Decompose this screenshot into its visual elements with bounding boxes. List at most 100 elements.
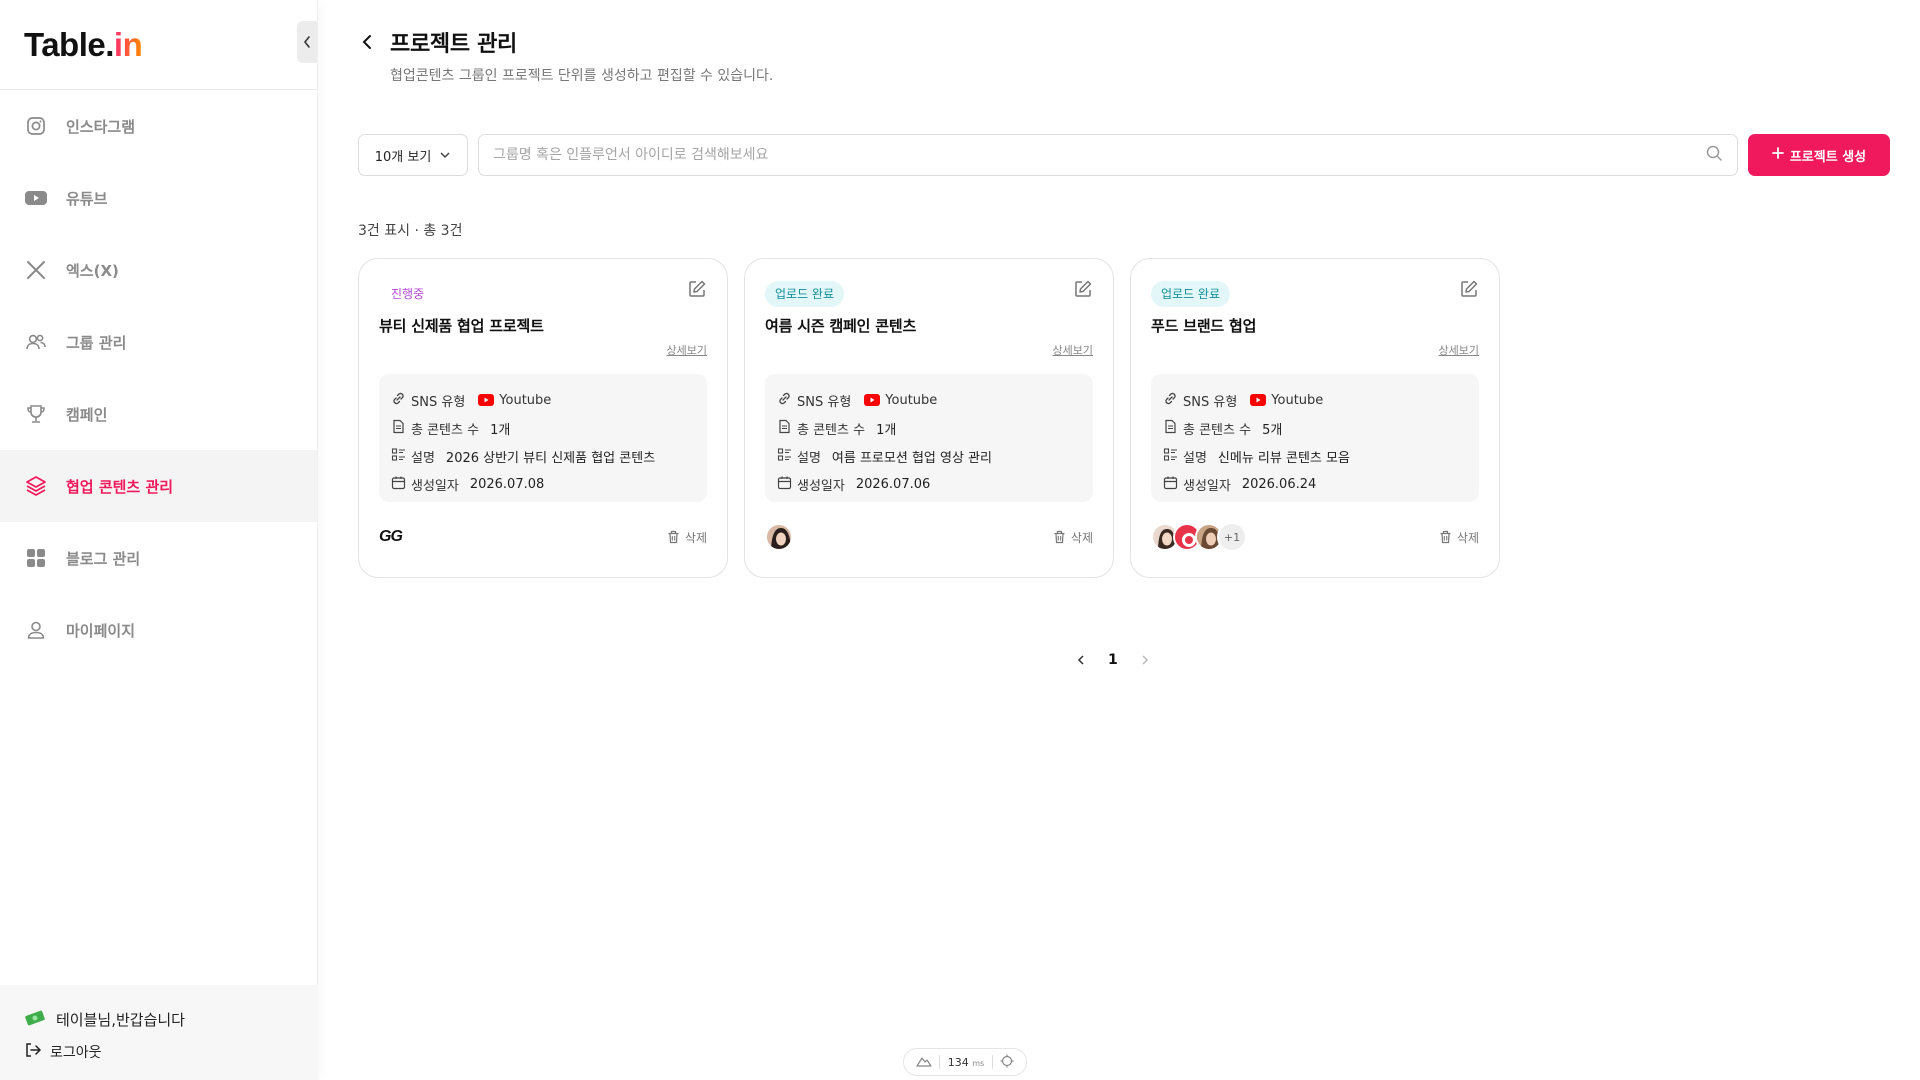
next-page-button[interactable] [1140, 653, 1150, 667]
plus-icon [1771, 147, 1784, 163]
perf-widget: 134 ms [903, 1048, 1027, 1076]
divider [939, 1055, 941, 1069]
sns-value: Youtube [1250, 393, 1323, 408]
brand-logo: GG [379, 528, 403, 545]
delete-button[interactable]: 삭제 [1439, 529, 1479, 546]
youtube-icon [864, 394, 881, 406]
logout-button[interactable]: 로그아웃 [24, 1041, 294, 1063]
edit-icon[interactable] [1073, 279, 1093, 303]
detail-link[interactable]: 상세보기 [765, 342, 1093, 358]
search-icon[interactable] [1705, 144, 1723, 166]
sns-name: Youtube [499, 392, 552, 408]
avatar-more-count[interactable]: +1 [1217, 522, 1247, 552]
sidebar-item-instagram[interactable]: 인스타그램 [0, 90, 317, 162]
sns-name: Youtube [1271, 392, 1324, 408]
document-icon [1163, 419, 1178, 438]
info-desc: 설명 신메뉴 리뷰 콘텐츠 모음 [1163, 442, 1467, 470]
x-icon [24, 258, 48, 282]
calendar-icon [391, 475, 406, 494]
avatar[interactable] [765, 523, 793, 551]
per-page-select[interactable]: 10개 보기 [358, 134, 468, 176]
sidebar-item-x[interactable]: 엑스(X) [0, 234, 317, 306]
info-label: 생성일자 [797, 478, 845, 494]
sidebar: Table.in 인스타그램 유튜브 엑스(X) 그룹 관리 캠페인 협업 콘텐… [0, 0, 318, 1080]
info-label: 설명 [411, 450, 435, 466]
link-icon [1163, 391, 1178, 410]
grid-icon [24, 546, 48, 570]
user-icon [24, 618, 48, 642]
result-count: 3건 표시 · 총 3건 [358, 223, 463, 239]
youtube-icon [478, 394, 495, 406]
desc-value: 여름 프로모션 협업 영상 관리 [831, 450, 992, 466]
avatar-group [765, 523, 793, 551]
logout-icon [24, 1041, 42, 1063]
users-icon [24, 330, 48, 354]
info-sns: SNS 유형 Youtube [391, 386, 695, 414]
search-input[interactable] [493, 147, 1705, 163]
info-total: 총 콘텐츠 수 1개 [777, 414, 1081, 442]
instagram-icon [24, 114, 48, 138]
crosshair-icon[interactable] [1000, 1054, 1014, 1071]
mountain-icon [916, 1055, 932, 1070]
status-badge: 진행중 [379, 281, 435, 307]
sidebar-item-label: 협업 콘텐츠 관리 [66, 477, 174, 496]
chevron-left-icon [362, 35, 371, 49]
sidebar-item-group-management[interactable]: 그룹 관리 [0, 306, 317, 378]
toolbar: 10개 보기 프로젝트 생성 [358, 134, 1890, 178]
youtube-icon [24, 186, 48, 210]
info-sns: SNS 유형 Youtube [777, 386, 1081, 414]
sidebar-item-label: 인스타그램 [66, 117, 136, 136]
divider [991, 1055, 993, 1069]
card-info: SNS 유형 Youtube 총 콘텐츠 수 5개 설명 신메뉴 리뷰 콘텐츠 … [1151, 374, 1479, 502]
create-project-button[interactable]: 프로젝트 생성 [1748, 134, 1890, 176]
card-info: SNS 유형 Youtube 총 콘텐츠 수 1개 설명 여름 프로모션 협업 … [765, 374, 1093, 502]
back-button[interactable] [358, 32, 376, 52]
list-icon [1163, 447, 1178, 466]
sns-value: Youtube [864, 393, 937, 408]
prev-page-button[interactable] [1076, 653, 1086, 667]
info-label: SNS 유형 [797, 394, 852, 410]
per-page-label: 10개 보기 [374, 149, 432, 165]
greeting: 테이블님,반갑습니다 [24, 1007, 294, 1031]
info-label: 총 콘텐츠 수 [1183, 422, 1252, 438]
sidebar-item-blog-management[interactable]: 블로그 관리 [0, 522, 317, 594]
info-label: SNS 유형 [411, 394, 466, 410]
created-value: 2026.06.24 [1241, 476, 1317, 492]
trophy-icon [24, 402, 48, 426]
info-total: 총 콘텐츠 수 5개 [1163, 414, 1467, 442]
logo-row: Table.in [0, 0, 317, 90]
search-box [478, 134, 1738, 176]
trash-icon [1440, 530, 1451, 544]
info-label: 총 콘텐츠 수 [797, 422, 866, 438]
project-card[interactable]: 업로드 완료 푸드 브랜드 협업 상세보기 SNS 유형 Youtube 총 콘… [1130, 258, 1500, 578]
delete-button[interactable]: 삭제 [667, 529, 707, 546]
info-total: 총 콘텐츠 수 1개 [391, 414, 695, 442]
sidebar-item-campaign[interactable]: 캠페인 [0, 378, 317, 450]
card-footer: +1 삭제 [1151, 521, 1479, 553]
created-value: 2026.07.06 [855, 476, 931, 492]
card-footer: GG 삭제 [379, 521, 707, 553]
layers-icon [24, 474, 48, 498]
info-label: 총 콘텐츠 수 [411, 422, 480, 438]
sidebar-item-label: 그룹 관리 [66, 333, 127, 352]
edit-icon[interactable] [687, 279, 707, 303]
info-created: 생성일자 2026.07.08 [391, 470, 695, 498]
detail-link[interactable]: 상세보기 [379, 342, 707, 358]
detail-link[interactable]: 상세보기 [1151, 342, 1479, 358]
info-created: 생성일자 2026.07.06 [777, 470, 1081, 498]
app-logo[interactable]: Table.in [24, 26, 143, 64]
project-card[interactable]: 진행중 뷰티 신제품 협업 프로젝트 상세보기 SNS 유형 Youtube 총… [358, 258, 728, 578]
total-value: 1개 [490, 422, 511, 438]
list-icon [777, 447, 792, 466]
project-card[interactable]: 업로드 완료 여름 시즌 캠페인 콘텐츠 상세보기 SNS 유형 Youtube… [744, 258, 1114, 578]
delete-button[interactable]: 삭제 [1053, 529, 1093, 546]
page-number[interactable]: 1 [1108, 652, 1118, 668]
sidebar-item-youtube[interactable]: 유튜브 [0, 162, 317, 234]
sidebar-item-mypage[interactable]: 마이페이지 [0, 594, 317, 666]
sidebar-item-label: 유튜브 [66, 189, 108, 208]
link-icon [391, 391, 406, 410]
delete-label: 삭제 [1456, 530, 1479, 545]
sidebar-item-collab-content[interactable]: 협업 콘텐츠 관리 [0, 450, 317, 522]
edit-icon[interactable] [1459, 279, 1479, 303]
sidebar-collapse-button[interactable] [297, 21, 317, 63]
